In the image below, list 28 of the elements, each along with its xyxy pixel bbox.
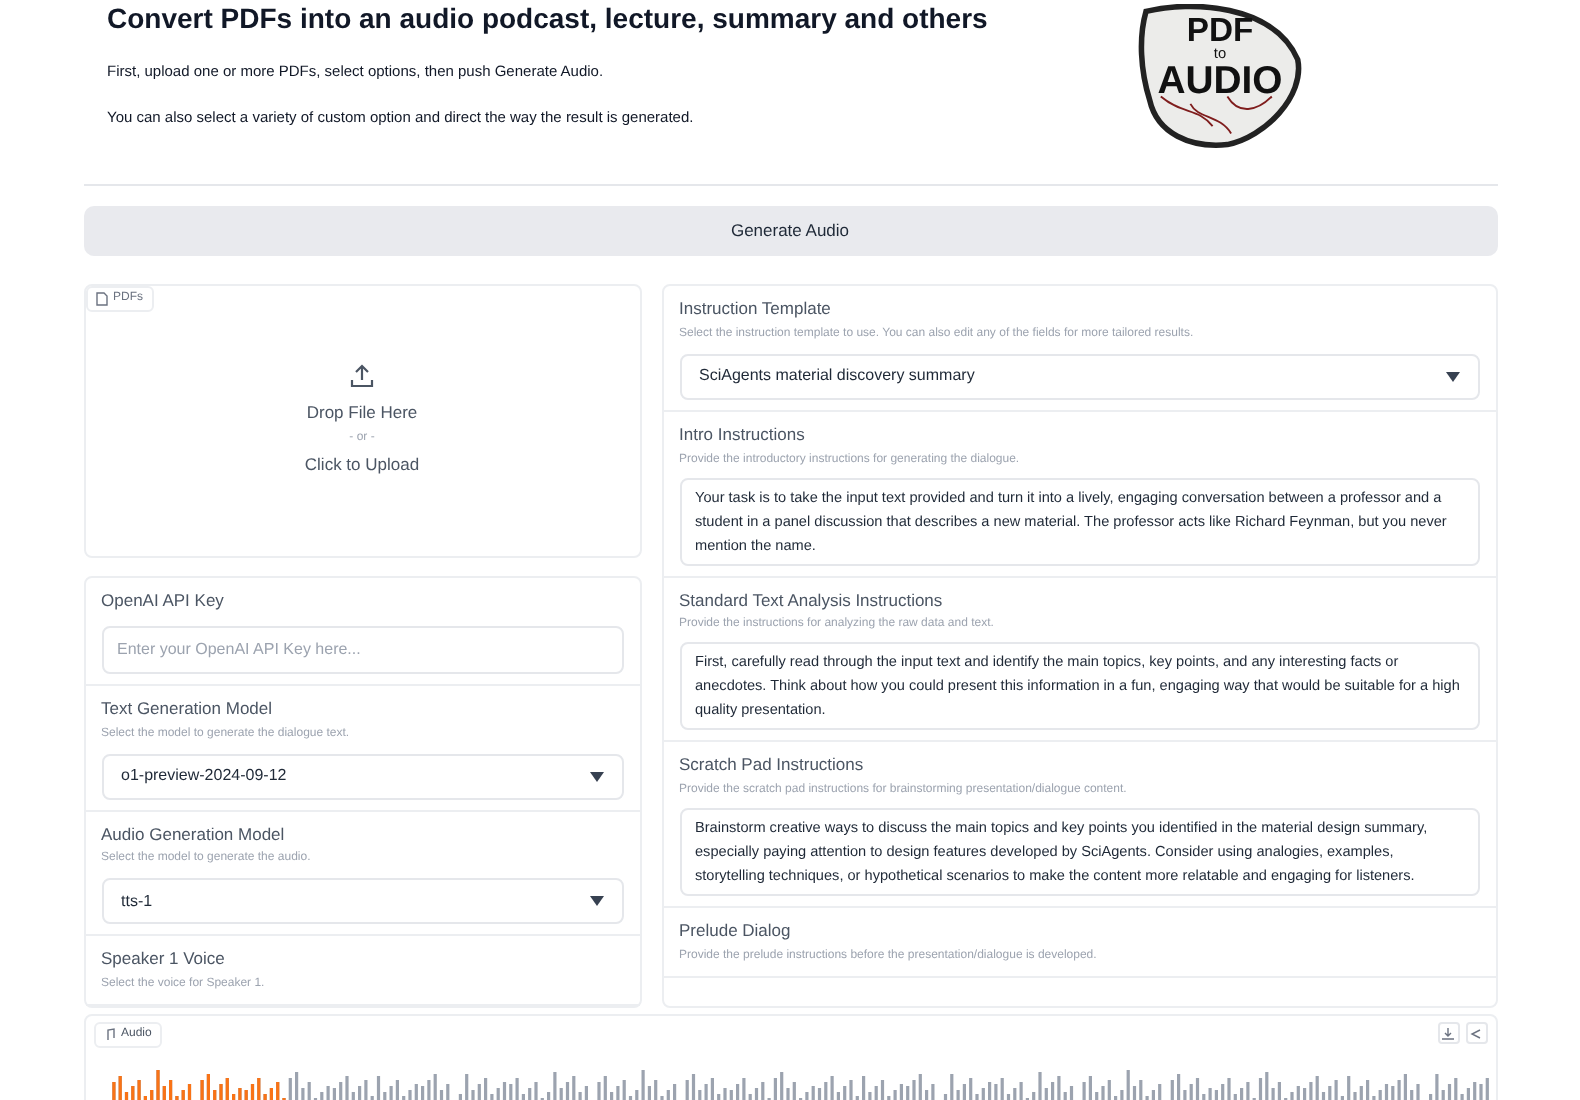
field-label: Intro Instructions <box>679 421 807 447</box>
music-note-icon <box>103 1028 115 1042</box>
field-label: Prelude Dialog <box>679 918 793 944</box>
download-button[interactable] <box>1437 1022 1459 1044</box>
drop-text: Drop File Here <box>306 400 418 426</box>
field-label: Instruction Template <box>679 296 833 322</box>
caret-icon <box>1445 371 1459 382</box>
field-label: Scratch Pad Instructions <box>679 752 866 778</box>
field-label: Audio Generation Model <box>101 821 287 847</box>
api-key-field[interactable]: Enter your OpenAI API Key here... <box>101 625 623 674</box>
logo-drawing: PDF to AUDIO <box>1133 4 1305 152</box>
caret-icon <box>589 771 603 781</box>
page-title: Convert PDFs into an audio podcast, lecture, summary and others <box>107 0 988 36</box>
field-label: OpenAI API Key <box>101 588 226 614</box>
dropdown[interactable]: tts-1 <box>101 878 623 925</box>
field-label: Speaker 1 Voice <box>101 946 227 972</box>
dropdown[interactable]: o1-preview-2024-09-12 <box>101 753 623 799</box>
dropdown[interactable]: SciAgents material discovery summary <box>679 353 1479 400</box>
click-upload-text: Click to Upload <box>304 452 420 478</box>
file-icon <box>95 292 107 306</box>
share-button[interactable] <box>1465 1022 1487 1044</box>
share-icon <box>1470 1027 1482 1039</box>
field-label: Standard Text Analysis Instructions <box>679 587 945 613</box>
generate-audio-button[interactable]: Generate Audio <box>83 206 1497 256</box>
caret-icon <box>589 896 603 907</box>
field-label: Text Generation Model <box>101 695 275 721</box>
upload-icon <box>350 364 374 389</box>
download-icon <box>1442 1027 1454 1039</box>
